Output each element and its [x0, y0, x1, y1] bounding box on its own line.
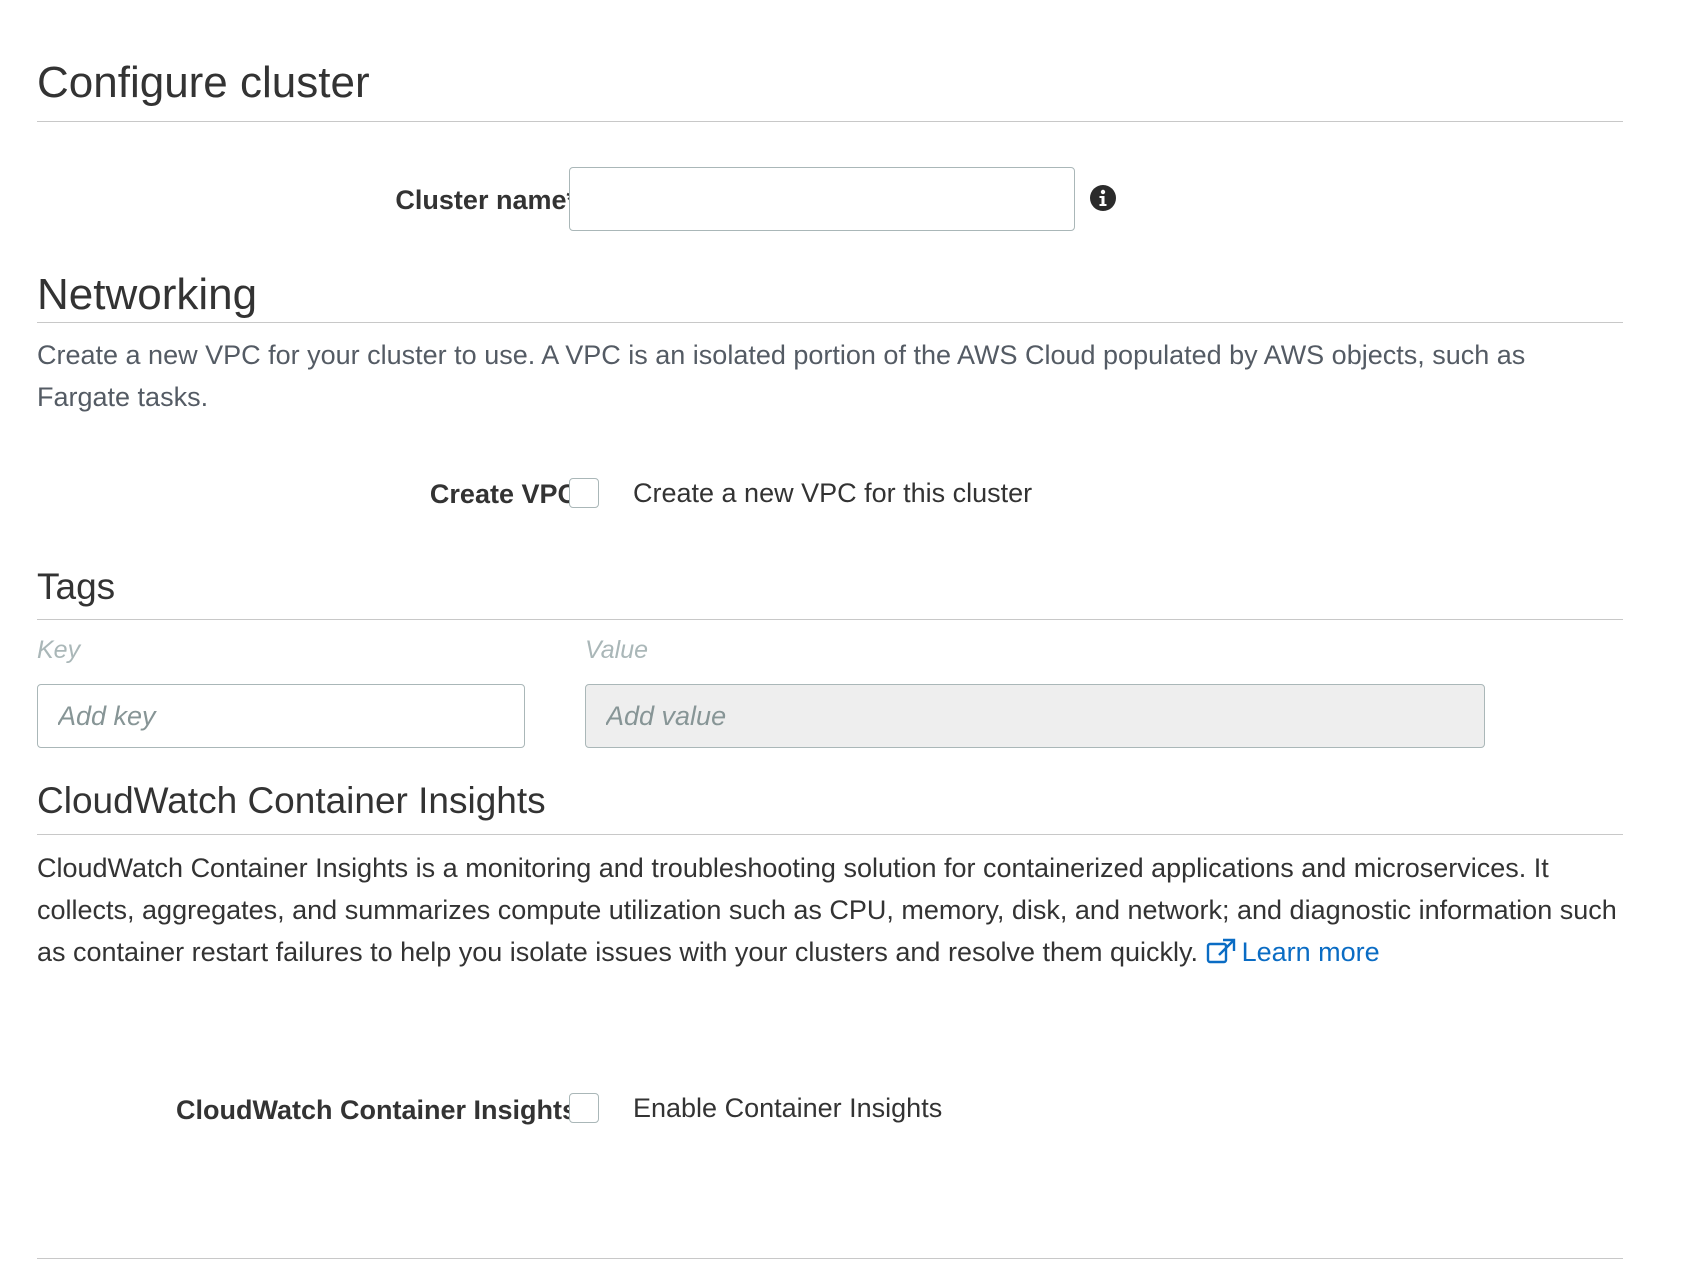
create-vpc-checkbox[interactable] — [569, 478, 599, 508]
footer-divider — [37, 1258, 1623, 1259]
tag-value-input[interactable] — [585, 684, 1485, 748]
container-insights-divider — [37, 834, 1623, 835]
tags-divider — [37, 619, 1623, 620]
learn-more-label: Learn more — [1241, 937, 1380, 967]
container-insights-heading: CloudWatch Container Insights — [37, 780, 546, 821]
info-circle-icon[interactable] — [1089, 184, 1117, 212]
configure-cluster-heading: Configure cluster — [37, 58, 370, 107]
learn-more-link[interactable]: Learn more — [1206, 937, 1380, 967]
networking-description: Create a new VPC for your cluster to use… — [37, 340, 1526, 412]
container-insights-row-label: CloudWatch Container Insights — [176, 1095, 577, 1125]
enable-container-insights-checkbox[interactable] — [569, 1093, 599, 1123]
create-vpc-checkbox-label[interactable]: Create a new VPC for this cluster — [633, 478, 1032, 509]
create-vpc-label: Create VPC — [429, 479, 577, 509]
networking-divider — [37, 322, 1623, 323]
cluster-name-label: Cluster name* — [395, 185, 577, 215]
container-insights-description-text: CloudWatch Container Insights is a monit… — [37, 853, 1617, 967]
networking-heading: Networking — [37, 270, 258, 319]
configure-cluster-page: Configure cluster Cluster name* Networki… — [37, 0, 1623, 1268]
external-link-icon — [1206, 938, 1235, 964]
configure-cluster-divider — [37, 121, 1623, 122]
tag-value-caption: Value — [585, 636, 649, 664]
tag-key-input[interactable] — [37, 684, 525, 748]
container-insights-description: CloudWatch Container Insights is a monit… — [37, 847, 1623, 973]
enable-container-insights-label[interactable]: Enable Container Insights — [633, 1093, 942, 1124]
tag-key-caption: Key — [37, 636, 81, 664]
tags-heading: Tags — [37, 566, 116, 607]
cluster-name-input[interactable] — [569, 167, 1075, 231]
